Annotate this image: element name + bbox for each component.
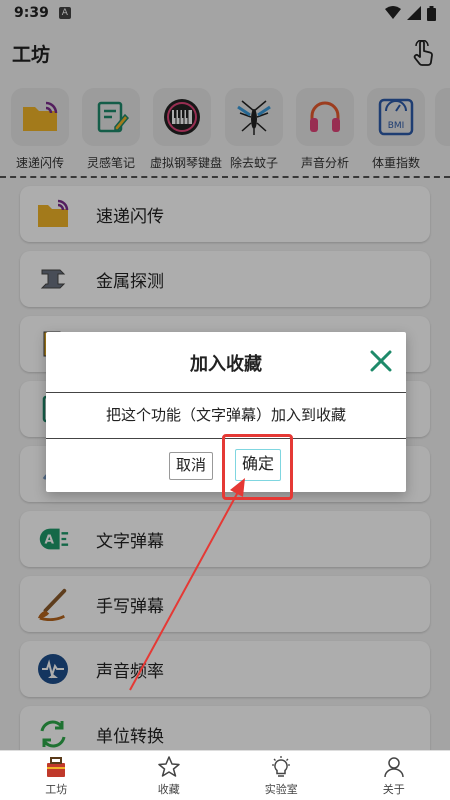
tab-about[interactable]: 关于 xyxy=(338,751,450,800)
person-icon xyxy=(384,756,404,777)
tab-lab[interactable]: 实验室 xyxy=(225,751,338,800)
tab-label: 收藏 xyxy=(157,782,180,796)
tab-label: 工坊 xyxy=(45,782,68,796)
tab-workshop[interactable]: 工坊 xyxy=(0,751,113,800)
dialog-title: 加入收藏 xyxy=(190,354,262,375)
close-icon xyxy=(370,350,392,372)
tab-label: 实验室 xyxy=(264,782,298,796)
toolbox-icon xyxy=(47,756,66,777)
close-button[interactable] xyxy=(368,348,394,374)
tab-label: 关于 xyxy=(382,782,405,796)
dialog-message: 把这个功能（文字弹幕）加入到收藏 xyxy=(105,406,346,424)
dialog-divider xyxy=(46,392,406,393)
lightbulb-icon xyxy=(272,755,291,777)
star-icon xyxy=(158,755,180,777)
annotation-highlight-box xyxy=(222,434,293,500)
tab-favorites[interactable]: 收藏 xyxy=(113,751,226,800)
bottom-tab-bar: 工坊 收藏 实验室 关于 xyxy=(0,750,450,800)
cancel-button[interactable]: 取消 xyxy=(169,452,214,480)
